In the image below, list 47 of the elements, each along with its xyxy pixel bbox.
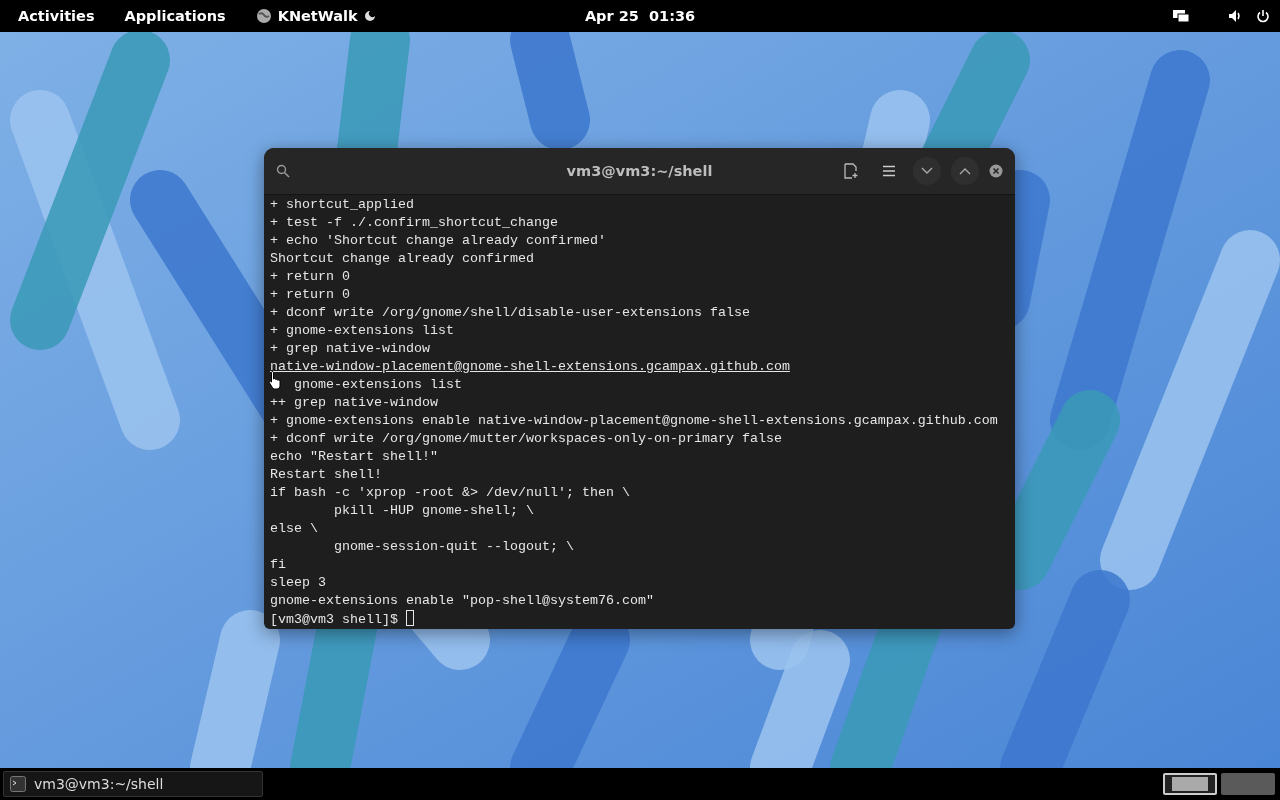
terminal-line: Restart shell! [270, 467, 382, 482]
terminal-icon [10, 776, 26, 792]
search-icon[interactable] [276, 164, 290, 178]
terminal-line: gnome-extensions enable "pop-shell@system76.com" [270, 593, 654, 608]
terminal-line: pkill -HUP gnome-shell; \ [333, 503, 534, 518]
terminal-line: + shortcut_applied [270, 197, 414, 212]
workspace-thumbnail[interactable] [1221, 773, 1275, 795]
terminal-line: if bash -c 'xprop -root &> /dev/null'; then \ [270, 485, 630, 500]
terminal-line: + dconf write /org/gnome/mutter/workspaces-only-on-primary false [270, 431, 782, 446]
terminal-line: + echo 'Shortcut change already confirmed' [270, 233, 606, 248]
terminal-line: + grep native-window [270, 341, 430, 356]
terminal-line: + dconf write /org/gnome/shell/disable-user-extensions false [270, 305, 750, 320]
close-button[interactable] [989, 164, 1003, 178]
power-icon[interactable] [1256, 9, 1270, 23]
taskbar-window-button[interactable]: vm3@vm3:~/shell [3, 771, 263, 797]
terminal-line: ++ grep native-window [270, 395, 438, 410]
terminal-line: + return 0 [270, 287, 350, 302]
globe-icon [255, 8, 272, 24]
volume-icon[interactable] [1228, 9, 1242, 23]
chevron-down-icon [921, 167, 933, 175]
terminal-line: + return 0 [270, 269, 350, 284]
terminal-line: + gnome-extensions list [270, 323, 454, 338]
app-menu[interactable]: KNetWalk [247, 8, 384, 24]
chevron-up-icon [959, 167, 971, 175]
terminal-line: sleep 3 [270, 575, 326, 590]
workspace-thumbnail[interactable] [1163, 773, 1217, 795]
terminal-line: fi [270, 557, 286, 572]
terminal-line: gnome-session-quit --logout; \ [333, 539, 574, 554]
maximize-button[interactable] [951, 157, 979, 185]
terminal-line: + test -f ./.confirm_shortcut_change [270, 215, 558, 230]
minimize-button[interactable] [913, 157, 941, 185]
app-name: KNetWalk [277, 8, 358, 24]
terminal-line: + gnome-extensions enable native-window-placement@gnome-shell-extensions.gcampax.github.com [270, 413, 998, 428]
terminal-line: gnome-extensions list [294, 377, 462, 392]
menu-icon [882, 165, 896, 177]
terminal-line: else \ [270, 521, 318, 536]
window-title: vm3@vm3:~/shell [566, 163, 713, 179]
clock[interactable]: Apr 25 01:36 [584, 0, 696, 32]
applications-menu[interactable]: Applications [116, 8, 234, 24]
terminal-link[interactable]: native-window-placement@gnome-shell-extensions.gcampax.github.com [270, 359, 790, 374]
text-cursor [406, 610, 414, 626]
terminal-line: Shortcut change already confirmed [270, 251, 534, 266]
display-icon[interactable] [1172, 9, 1190, 23]
terminal-line: echo "Restart shell!" [270, 449, 438, 464]
new-tab-icon [844, 163, 858, 179]
activities-button[interactable]: Activities [10, 8, 103, 24]
shell-prompt: [vm3@vm3 shell]$ [270, 612, 399, 627]
